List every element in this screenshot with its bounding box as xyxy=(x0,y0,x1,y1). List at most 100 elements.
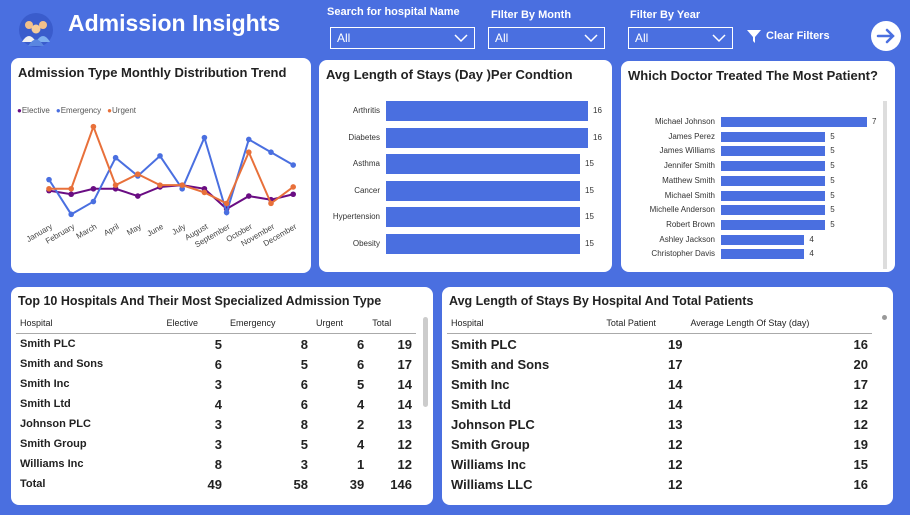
clear-filters-button[interactable]: Clear Filters xyxy=(746,28,830,44)
column-header[interactable]: Elective xyxy=(162,313,226,334)
value-cell: 17 xyxy=(397,356,412,372)
bar-value-label: 15 xyxy=(585,212,594,221)
value-cell: 16 xyxy=(853,336,868,352)
stay-by-hospital-table: Hospital Total Patient Average Length Of S… xyxy=(447,313,872,494)
bar-label: Cancer xyxy=(354,185,380,195)
data-point xyxy=(223,209,230,216)
data-point xyxy=(112,182,119,188)
bar-value-label: 5 xyxy=(830,175,835,185)
bar[interactable] xyxy=(721,234,805,245)
table-row[interactable]: Smith Inc 14 17 xyxy=(447,374,872,394)
bar[interactable] xyxy=(386,101,588,121)
scrollbar[interactable] xyxy=(883,101,887,269)
chart-title: Avg Length of Stays (Day )Per Condtion xyxy=(326,67,573,82)
data-point xyxy=(268,149,274,156)
hospital-cell: Smith and Sons xyxy=(451,356,550,372)
column-header[interactable]: Average Length Of Stay (day) xyxy=(686,313,872,334)
bar[interactable] xyxy=(386,180,580,201)
data-point xyxy=(46,176,52,183)
column-header[interactable]: Hospital xyxy=(16,313,163,334)
table-row[interactable]: Williams LLC 12 16 xyxy=(447,474,872,494)
value-cell: 12 xyxy=(853,416,868,432)
hospital-cell: Williams LLC xyxy=(451,476,533,492)
hospital-search-value: All xyxy=(337,31,351,45)
value-cell: 19 xyxy=(853,436,868,452)
table-row[interactable]: Smith Group 12 19 xyxy=(447,434,872,454)
legend-emergency: ●Emergency xyxy=(55,106,102,115)
chart-legend: ●Elective ●Emergency ●Urgent xyxy=(17,106,136,115)
bar[interactable] xyxy=(721,205,826,216)
bar[interactable] xyxy=(721,161,826,172)
table-row[interactable]: Smith Ltd 14 12 xyxy=(447,394,872,414)
x-tick-label: April xyxy=(102,222,121,238)
table-row[interactable]: Williams Inc 12 15 xyxy=(447,454,872,474)
hospital-cell: Smith Inc xyxy=(20,378,70,390)
table-row[interactable]: Smith Inc 3 6 5 14 xyxy=(16,374,416,394)
bar[interactable] xyxy=(721,131,826,142)
value-cell: 15 xyxy=(853,456,868,472)
line-chart: JanuaryFebruaryMarch April May June JulyAugu… xyxy=(25,123,298,249)
data-point xyxy=(201,134,208,141)
data-point xyxy=(290,162,297,168)
column-header[interactable]: Emergency xyxy=(225,313,312,334)
bar[interactable] xyxy=(386,233,580,254)
table-row[interactable]: Smith and Sons 17 20 xyxy=(447,354,872,374)
data-point xyxy=(90,185,97,192)
bar[interactable] xyxy=(721,219,826,230)
table-title: Avg Length of Stays By Hospital And Tota… xyxy=(449,294,754,308)
data-point xyxy=(135,171,141,177)
bar[interactable] xyxy=(721,249,805,260)
table-row[interactable]: Smith and Sons 6 5 6 17 xyxy=(16,354,416,374)
bar-value-label: 4 xyxy=(809,234,814,244)
table-row[interactable]: Williams Inc 8 3 1 12 xyxy=(16,454,416,474)
bar[interactable] xyxy=(721,117,867,127)
total-row[interactable]: Total 49 58 39 146 xyxy=(16,474,416,494)
bar-value-label: 16 xyxy=(593,106,602,115)
bar[interactable] xyxy=(386,154,580,174)
scrollbar[interactable] xyxy=(882,315,887,320)
data-point xyxy=(201,189,208,196)
bar-value-label: 5 xyxy=(830,161,835,171)
year-filter-dropdown[interactable]: All xyxy=(628,27,733,49)
doctor-patients-card: Which Doctor Treated The Most Patient? M… xyxy=(621,61,895,272)
year-filter-value: All xyxy=(635,31,649,45)
bar-label: Diabetes xyxy=(348,132,380,142)
bar[interactable] xyxy=(386,127,588,148)
x-tick-label: June xyxy=(145,222,165,239)
data-point xyxy=(179,182,185,188)
scrollbar[interactable] xyxy=(423,317,428,407)
bar[interactable] xyxy=(386,207,580,227)
bar[interactable] xyxy=(721,146,826,157)
table-row[interactable]: Smith PLC 19 16 xyxy=(447,334,872,355)
value-cell: 58 xyxy=(293,476,308,492)
table-row[interactable]: Smith PLC 5 8 6 19 xyxy=(16,334,416,355)
clear-filters-label: Clear Filters xyxy=(766,30,830,42)
chart-title: Which Doctor Treated The Most Patient? xyxy=(628,68,878,83)
value-cell: 8 xyxy=(300,336,308,352)
column-header[interactable]: Urgent xyxy=(311,313,369,334)
value-cell: 2 xyxy=(357,416,365,432)
data-point xyxy=(246,136,252,143)
table-row[interactable]: Johnson PLC 3 8 2 13 xyxy=(16,414,416,434)
table-row[interactable]: Johnson PLC 13 12 xyxy=(447,414,872,434)
bar[interactable] xyxy=(721,175,826,186)
stay-by-condition-card: Avg Length of Stays (Day )Per Condtion A… xyxy=(319,60,612,272)
bar-value-label: 4 xyxy=(809,249,814,259)
hospital-search-dropdown[interactable]: All xyxy=(330,27,475,49)
bar[interactable] xyxy=(721,190,826,201)
x-tick-label: May xyxy=(125,222,143,237)
column-header[interactable]: Total Patient xyxy=(602,313,687,334)
value-cell: 49 xyxy=(207,476,222,492)
value-cell: 5 xyxy=(300,436,308,452)
arrow-right-icon[interactable] xyxy=(870,20,902,52)
month-filter-dropdown[interactable]: All xyxy=(488,27,605,49)
value-cell: 3 xyxy=(214,416,222,432)
table-row[interactable]: Smith Group 3 5 4 12 xyxy=(16,434,416,454)
column-header[interactable]: Hospital xyxy=(447,313,603,334)
value-cell: 8 xyxy=(214,456,222,472)
bar-label: James Perez xyxy=(668,131,715,141)
column-header[interactable]: Total xyxy=(368,313,416,334)
hospital-cell: Williams Inc xyxy=(451,456,527,472)
filter-icon xyxy=(747,30,761,43)
table-row[interactable]: Smith Ltd 4 6 4 14 xyxy=(16,394,416,414)
